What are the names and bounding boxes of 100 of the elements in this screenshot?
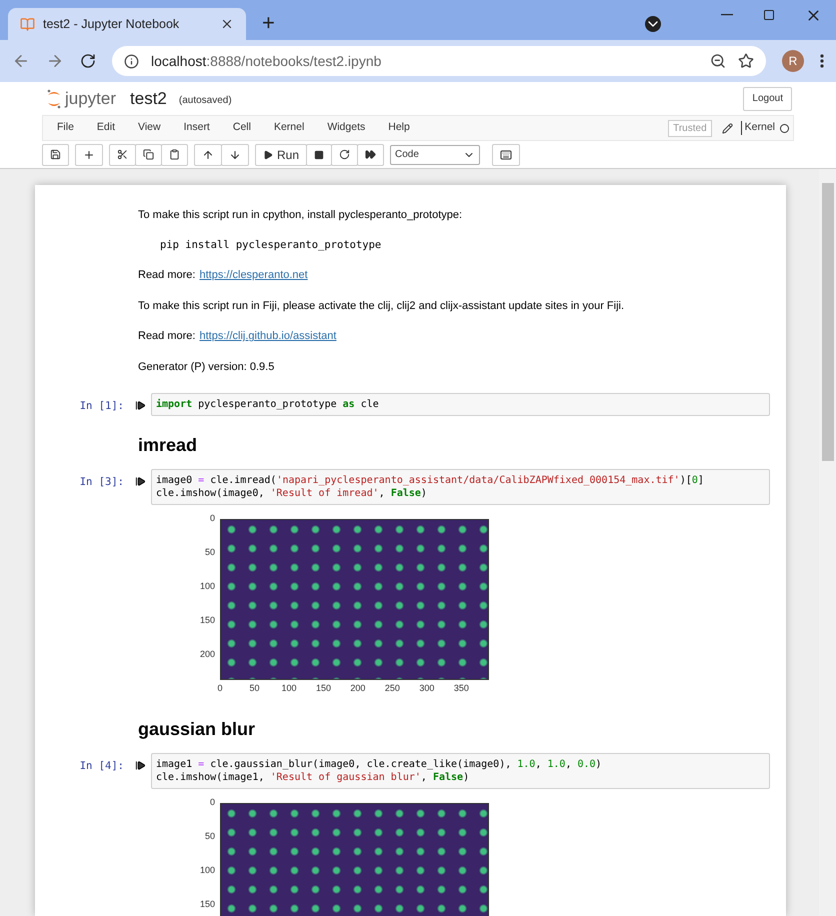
axis-tick-label: 50: [248, 684, 260, 694]
axis-tick-label: 50: [204, 548, 215, 558]
markdown-text: Read more:: [138, 329, 196, 344]
stop-icon: [314, 150, 324, 160]
jupyter-logo-text: jupyter: [65, 88, 116, 110]
edit-mode-icon: [722, 122, 733, 134]
section-heading: gaussian blur: [137, 718, 256, 742]
menu-icon: [820, 54, 824, 68]
move-up-button[interactable]: [194, 144, 222, 166]
minimize-icon: [721, 14, 733, 16]
axis-tick-label: 0: [208, 514, 215, 524]
markdown-text: To make this script run in Fiji, please activate the clij, clij2 and clijx-assistant update sites in your Fiji.: [138, 298, 626, 314]
markdown-text: To make this script run in cpython, install pyclesperanto_prototype:: [138, 208, 464, 223]
axis-tick-label: 350: [453, 684, 470, 694]
menu-item[interactable]: Widgets: [319, 120, 374, 136]
axis-tick-label: 150: [315, 684, 332, 694]
notebook-icon: [20, 16, 35, 32]
section-heading: imread: [137, 434, 198, 458]
insert-cell-button[interactable]: [75, 144, 103, 166]
move-down-button[interactable]: [221, 144, 249, 166]
run-cell-icon: [135, 760, 146, 772]
reload-icon: [80, 53, 96, 69]
code-input[interactable]: image0 = cle.imread('napari_pyclesperanto_assistant/data/CalibZAPWfixed_000154_max.tif')[0] cle.imshow(image0, 'Result of imread', False): [151, 469, 770, 506]
keyboard-icon: [500, 148, 512, 160]
bookmark-star-icon: [738, 53, 754, 69]
axis-tick-label: 300: [418, 684, 435, 694]
browser-tab[interactable]: test2 - Jupyter Notebook: [8, 8, 246, 40]
menu-item[interactable]: Insert: [176, 120, 218, 136]
jupyter-logo-icon: [46, 88, 62, 110]
code-input[interactable]: image1 = cle.gaussian_blur(image0, cle.create_like(image0), 1.0, 1.0, 0.0) cle.imshow(image1, 'Result of gaussian blur', False): [151, 753, 770, 790]
play-icon: [263, 150, 273, 160]
back-icon: [12, 52, 30, 70]
url-text: localhost:8888/notebooks/test2.ipynb: [151, 52, 382, 71]
down-arrow-icon: [229, 148, 241, 160]
paste-icon: [169, 149, 180, 160]
menu-item[interactable]: View: [130, 120, 169, 136]
menu-item[interactable]: File: [49, 120, 82, 136]
command-palette-button[interactable]: [492, 144, 520, 166]
menu-item[interactable]: Help: [380, 120, 418, 136]
link[interactable]: https://clij.github.io/assistant: [199, 328, 336, 345]
cut-icon: [117, 149, 128, 160]
address-field[interactable]: localhost:8888/notebooks/test2.ipynb: [112, 46, 766, 76]
new-tab-button[interactable]: +: [262, 12, 275, 34]
cell-type-select[interactable]: Code: [390, 144, 480, 164]
tab-title: test2 - Jupyter Notebook: [43, 16, 180, 33]
axis-tick-label: 150: [198, 616, 215, 625]
kernel-label: Kernel: [744, 120, 775, 136]
axis-tick-label: 50: [204, 832, 215, 842]
forward-icon: [46, 52, 64, 70]
copy-icon: [143, 149, 154, 160]
scrollbar-thumb[interactable]: [822, 183, 834, 461]
run-cell-icon: [135, 400, 146, 412]
run-button[interactable]: Run: [255, 144, 308, 166]
save-status: (autosaved): [178, 94, 232, 108]
save-button[interactable]: [42, 144, 69, 166]
code-line: cle.imshow(image1, 'Result of gaussian blur', False): [156, 771, 470, 784]
cut-button[interactable]: [109, 144, 136, 166]
menu-item[interactable]: Edit: [88, 120, 124, 136]
axis-tick-label: 150: [198, 900, 215, 909]
command-text: pip install pyclesperanto_prototype: [159, 238, 382, 252]
logout-button[interactable]: Logout: [743, 86, 792, 110]
code-line: image0 = cle.imread('napari_pyclesperanto_assistant/data/CalibZAPWfixed_000154_max.tif')[0]: [156, 474, 705, 488]
axis-tick-label: 100: [280, 684, 297, 694]
axis-tick-label: 200: [198, 650, 215, 659]
code-line: image1 = cle.gaussian_blur(image0, cle.create_like(image0), 1.0, 1.0, 0.0): [156, 758, 603, 772]
info-icon: [124, 54, 139, 68]
axis-tick-label: 0: [216, 684, 224, 694]
notebook-name[interactable]: test2: [130, 86, 167, 112]
run-cell-icon: [135, 476, 146, 488]
code-line: import pyclesperanto_prototype as cle: [156, 398, 380, 412]
restart-button[interactable]: [331, 144, 358, 166]
axis-tick-label: 250: [384, 684, 400, 694]
profile-avatar[interactable]: R: [782, 50, 804, 72]
paste-button[interactable]: [161, 144, 188, 166]
tab-search-icon: [645, 16, 661, 32]
axis-tick-label: 200: [350, 684, 366, 694]
axis-tick-label: 100: [198, 866, 215, 875]
run-all-button[interactable]: [357, 144, 384, 166]
plus-icon: [83, 148, 95, 160]
cell-prompt: In [1]:: [78, 399, 125, 414]
restart-icon: [339, 149, 350, 160]
menu-item[interactable]: Kernel: [266, 120, 312, 136]
cell-prompt: In [4]:: [78, 759, 125, 774]
save-icon: [50, 149, 61, 160]
link[interactable]: https://clesperanto.net: [199, 267, 308, 284]
menu-item[interactable]: Cell: [224, 120, 259, 136]
code-line: cle.imshow(image0, 'Result of imread', False): [156, 487, 428, 500]
copy-button[interactable]: [135, 144, 162, 166]
close-icon: [220, 17, 234, 31]
axis-tick-label: 100: [198, 582, 215, 591]
fast-forward-icon: [365, 149, 376, 160]
up-arrow-icon: [202, 148, 214, 160]
markdown-text: Generator (P) version: 0.9.5: [138, 360, 276, 375]
axis-tick-label: 0: [208, 798, 215, 808]
markdown-text: Read more:: [138, 268, 196, 284]
code-input[interactable]: import pyclesperanto_prototype as cle: [151, 393, 770, 416]
cell-prompt: In [3]:: [78, 475, 125, 490]
zoom-icon: [710, 53, 726, 69]
maximize-icon: [763, 9, 775, 21]
stop-button[interactable]: [306, 144, 332, 166]
